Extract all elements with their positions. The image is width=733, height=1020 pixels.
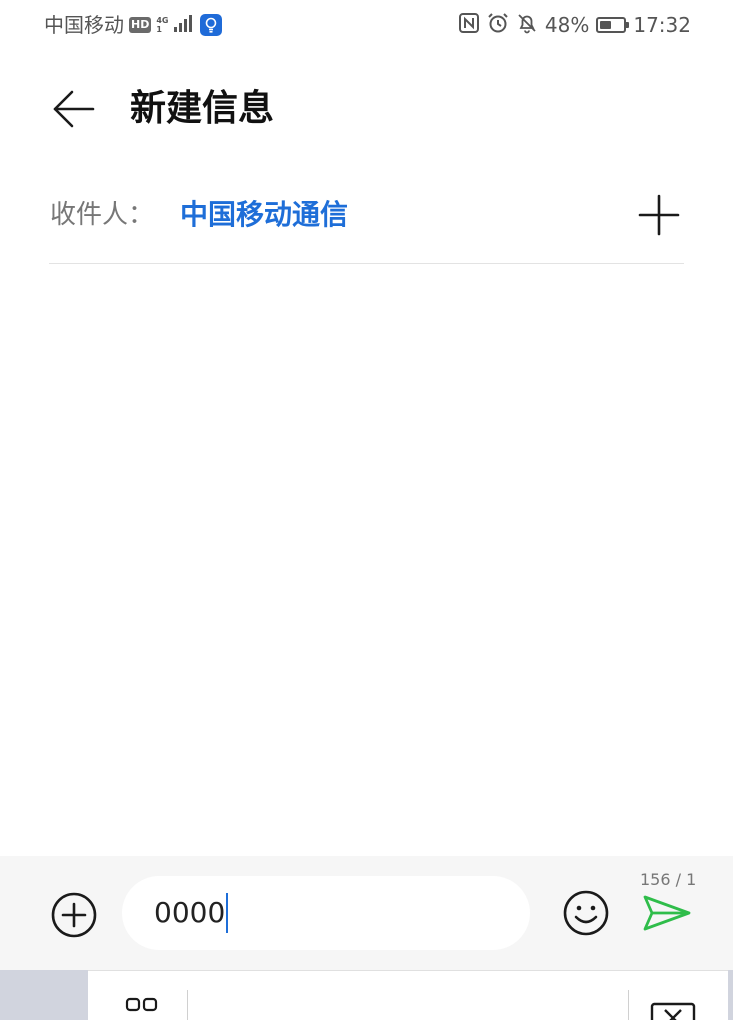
plus-circle-icon <box>51 892 97 938</box>
network-type-top: 4G <box>156 16 169 25</box>
send-button[interactable] <box>640 889 694 937</box>
keyboard-separator <box>628 990 629 1020</box>
recipient-label: 收件人： <box>50 200 155 230</box>
hd-badge: HD <box>129 17 152 33</box>
add-recipient-button[interactable] <box>636 192 682 238</box>
send-icon <box>643 895 691 931</box>
network-type-bottom: 1 <box>156 25 162 34</box>
battery-icon <box>596 17 630 33</box>
page-title: 新建信息 <box>130 88 275 129</box>
delete-icon <box>650 1002 696 1020</box>
back-button[interactable] <box>50 86 96 132</box>
status-time: 17:32 <box>633 13 691 37</box>
text-caret <box>226 893 229 933</box>
keyboard-toolbar <box>0 970 733 1020</box>
battery-percent: 48% <box>544 13 590 37</box>
keyboard-mode-button[interactable] <box>120 996 164 1020</box>
battery-fill <box>600 21 612 29</box>
lightbulb-icon <box>200 14 223 36</box>
status-bar: 中国移动 HD 4G 1 48% 17:32 <box>0 0 733 52</box>
keyboard-delete-button[interactable] <box>648 996 698 1020</box>
recipient-divider <box>49 263 684 264</box>
bell-muted-icon <box>516 12 538 38</box>
emoji-button[interactable] <box>562 889 610 937</box>
status-bar-left: 中国移动 HD 4G 1 <box>44 11 223 39</box>
keyboard-separator <box>187 990 188 1020</box>
message-text: 0000 <box>154 896 226 929</box>
keyboard-right-edge <box>728 970 733 1020</box>
message-input[interactable]: 0000 <box>122 876 530 950</box>
plus-icon <box>638 194 680 236</box>
smiley-icon <box>563 890 609 936</box>
alarm-icon <box>487 12 509 38</box>
keyboard-mode-icon <box>125 997 158 1012</box>
recipient-chip[interactable]: 中国移动通信 <box>180 195 348 235</box>
signal-icon <box>173 13 195 37</box>
attach-button[interactable] <box>50 891 98 939</box>
carrier-name: 中国移动 <box>44 13 124 37</box>
char-counter: 156 / 1 <box>640 870 697 889</box>
keyboard-left-panel <box>0 970 88 1020</box>
back-arrow-icon <box>53 90 95 128</box>
nfc-icon <box>458 12 480 38</box>
status-bar-right: 48% 17:32 <box>458 11 691 39</box>
network-type: 4G 1 <box>156 16 168 34</box>
